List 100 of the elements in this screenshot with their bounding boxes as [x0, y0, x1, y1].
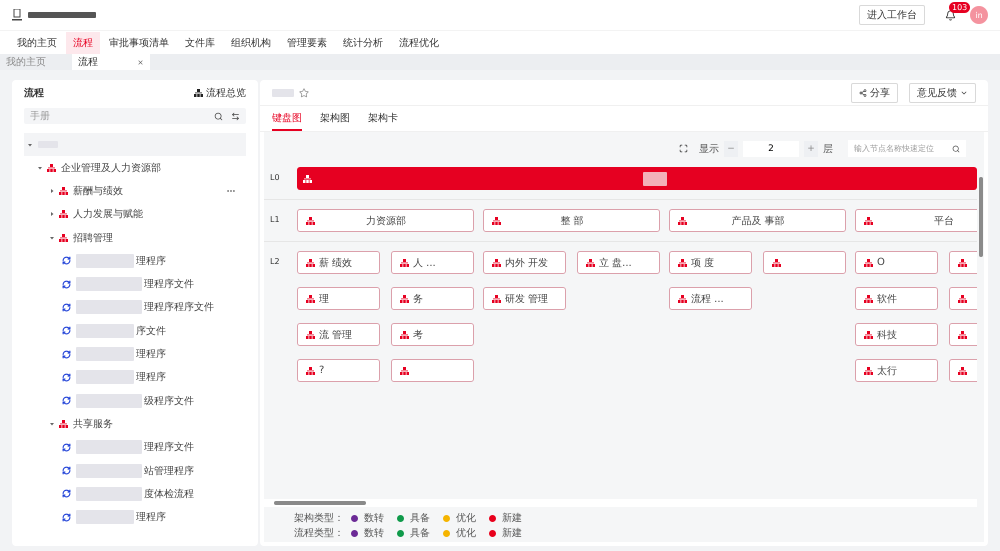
view-tab[interactable]: 架构图 [320, 106, 350, 131]
cycle-icon [62, 256, 71, 266]
org-node[interactable]: 立 盘... [577, 251, 660, 274]
org-node[interactable] [391, 359, 474, 382]
cycle-icon [62, 302, 71, 312]
org-chart-icon [59, 234, 68, 242]
org-node[interactable]: 软件 [855, 287, 938, 310]
search-input[interactable]: 手册 [30, 110, 206, 122]
org-chart-icon [306, 258, 315, 266]
org-chart-icon [59, 210, 68, 218]
tree-item[interactable]: 序文件 [136, 324, 166, 338]
org-chart-icon [958, 294, 967, 302]
root-node[interactable] [297, 167, 977, 190]
org-node[interactable] [763, 251, 846, 274]
tree-item[interactable]: 理程序文件 [144, 440, 194, 454]
star-icon[interactable] [299, 88, 309, 98]
expanded-caret-icon[interactable] [28, 142, 32, 146]
legend-label: 数转 [364, 512, 384, 525]
nav-tab[interactable]: 管理要素 [280, 32, 334, 54]
search-icon[interactable] [952, 144, 960, 152]
nav-tab[interactable]: 统计分析 [336, 32, 390, 54]
org-chart-icon [864, 258, 873, 266]
org-chart-icon [59, 186, 68, 195]
tree-item[interactable]: 企业管理及人力资源部 [61, 160, 161, 175]
swap-icon[interactable] [231, 112, 240, 120]
org-node[interactable]: 研发 管理 [483, 287, 566, 310]
tree-item[interactable]: 招聘管理 [73, 230, 113, 245]
org-node[interactable]: 科技 [855, 323, 938, 346]
org-node[interactable]: 务 [391, 287, 474, 310]
org-node[interactable]: 平台 [855, 209, 977, 232]
page-tab[interactable]: 流程 [72, 54, 150, 70]
tree-item[interactable]: 人力发展与赋能 [73, 207, 143, 222]
search-field[interactable]: 手册 [24, 108, 246, 124]
feedback-button[interactable]: 意见反馈 [909, 82, 976, 102]
tree-item[interactable]: 薪酬与绩效 [73, 184, 123, 198]
cycle-icon [62, 326, 71, 336]
tree-item[interactable]: 度体检流程 [144, 486, 194, 501]
org-chart-icon [958, 258, 967, 266]
cycle-icon [62, 396, 71, 406]
org-node[interactable]: 流 管理 [297, 323, 380, 346]
notification-bell-icon[interactable] [945, 10, 956, 20]
workspace-button[interactable]: 进入工作台 [859, 5, 925, 25]
collapsed-caret-icon[interactable] [50, 188, 54, 193]
vertical-scrollbar[interactable] [978, 177, 982, 257]
redacted-text [76, 324, 134, 338]
close-icon[interactable] [137, 58, 144, 66]
horizontal-scrollbar[interactable] [274, 501, 366, 505]
tree-item[interactable]: 理程序 [136, 510, 166, 524]
org-node[interactable]: 太行 [855, 359, 938, 382]
org-node[interactable]: 薪 绩效 [297, 251, 380, 274]
tree-item[interactable]: 理程序 [136, 347, 166, 362]
share-button[interactable]: 分享 [851, 82, 898, 102]
logo-icon [12, 9, 22, 21]
tree-item[interactable]: 理程序 [136, 370, 166, 384]
overview-link[interactable]: 流程总览 [194, 86, 246, 100]
org-node[interactable]: 理 [297, 287, 380, 310]
org-node[interactable]: ? [297, 359, 380, 382]
nav-tab[interactable]: 我的主页 [10, 32, 64, 54]
node-search-field[interactable]: 输入节点名称快速定位 [848, 140, 966, 157]
tree-item[interactable]: 级程序文件 [144, 394, 194, 408]
tree-item[interactable]: 站管理程序 [144, 464, 194, 478]
org-node[interactable]: 考 [391, 323, 474, 346]
org-node[interactable]: 内外 开发 [483, 251, 566, 274]
org-chart-icon [586, 258, 595, 266]
tree-item[interactable]: 理程序 [136, 254, 166, 268]
tree-item[interactable]: 共享服务 [73, 416, 113, 431]
org-chart-icon [864, 294, 873, 302]
org-node[interactable]: 力资源部 [297, 209, 474, 232]
nav-tab[interactable]: 审批事项清单 [102, 32, 176, 54]
org-node[interactable]: 整 部 [483, 209, 660, 232]
org-chart-icon [678, 216, 687, 224]
expanded-caret-icon[interactable] [38, 166, 42, 170]
tree-item[interactable]: 理程序文件 [144, 277, 194, 292]
nav-tab[interactable]: 流程 [66, 32, 100, 54]
org-chart-icon [678, 258, 687, 266]
org-node[interactable]: 人 ... [391, 251, 474, 274]
expanded-caret-icon[interactable] [50, 422, 54, 426]
fullscreen-icon[interactable] [679, 144, 688, 153]
share-icon [859, 88, 867, 96]
legend-label: 具备 [410, 512, 430, 525]
org-node[interactable]: 流程 ... [669, 287, 752, 310]
nav-tab[interactable]: 流程优化 [392, 32, 446, 54]
search-icon[interactable] [214, 112, 223, 120]
tree-item[interactable]: 理程序程序文件 [144, 300, 214, 314]
cycle-icon [62, 280, 71, 289]
org-chart-icon [864, 366, 873, 374]
collapsed-caret-icon[interactable] [50, 212, 54, 216]
node-search-input[interactable]: 输入节点名称快速定位 [854, 144, 952, 153]
org-node[interactable]: 产品及 事部 [669, 209, 846, 232]
redacted-text [76, 277, 142, 292]
org-chart-icon [47, 164, 56, 172]
expanded-caret-icon[interactable] [50, 236, 54, 240]
depth-field[interactable]: 2 [743, 140, 799, 156]
view-tab[interactable]: 架构卡 [368, 106, 398, 131]
nav-tab[interactable]: 文件库 [178, 32, 222, 54]
org-node[interactable]: O [855, 251, 938, 274]
redacted-title [28, 12, 96, 18]
org-chart-icon [492, 294, 501, 302]
nav-tab[interactable]: 组织机构 [224, 32, 278, 54]
org-node[interactable]: 项 度 [669, 251, 752, 274]
